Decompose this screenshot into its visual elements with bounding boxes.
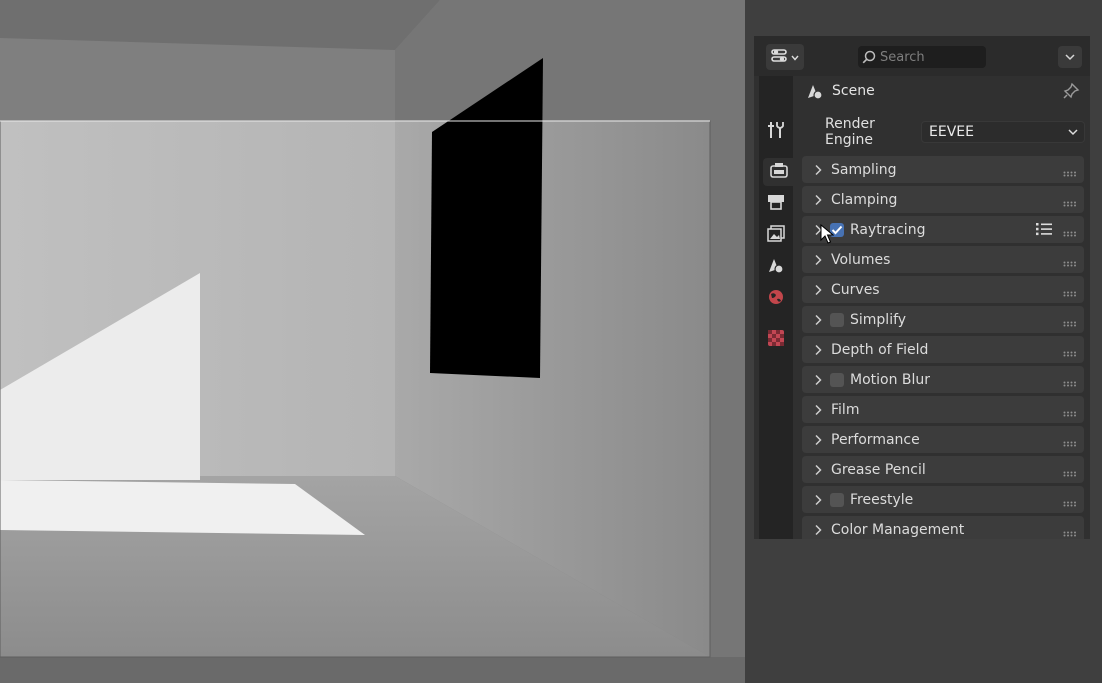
panel-label: Motion Blur xyxy=(850,371,931,388)
drag-grip-icon[interactable] xyxy=(1063,465,1077,481)
globe-icon xyxy=(766,288,786,310)
printer-icon xyxy=(766,193,786,215)
chevron-right-icon[interactable] xyxy=(808,404,828,416)
panel-film[interactable]: Film xyxy=(802,396,1084,423)
panel-grease-pencil[interactable]: Grease Pencil xyxy=(802,456,1084,483)
pin-icon[interactable] xyxy=(1062,82,1080,104)
panel-freestyle[interactable]: Freestyle xyxy=(802,486,1084,513)
chevron-right-icon[interactable] xyxy=(808,464,828,476)
chevron-right-icon[interactable] xyxy=(808,524,828,536)
panel-volumes[interactable]: Volumes xyxy=(802,246,1084,273)
panel-simplify[interactable]: Simplify xyxy=(802,306,1084,333)
presets-list-icon[interactable] xyxy=(1036,222,1052,240)
panel-sampling[interactable]: Sampling xyxy=(802,156,1084,183)
panel-label: Freestyle xyxy=(850,491,914,508)
chevron-right-icon[interactable] xyxy=(808,344,828,356)
tab-world[interactable] xyxy=(761,285,791,313)
panel-motion-blur[interactable]: Motion Blur xyxy=(802,366,1084,393)
properties-tab-bar xyxy=(759,76,795,539)
camera-back-icon xyxy=(769,161,789,183)
panel-label: Raytracing xyxy=(850,221,926,238)
drag-grip-icon[interactable] xyxy=(1063,405,1077,421)
scene-cone-sphere-icon xyxy=(766,256,786,278)
editor-type-button[interactable] xyxy=(766,44,804,70)
panel-enable-checkbox[interactable] xyxy=(830,372,844,387)
drag-grip-icon[interactable] xyxy=(1063,315,1077,331)
panel-enable-checkbox[interactable] xyxy=(830,222,844,237)
checkerboard-icon xyxy=(767,329,785,351)
panel-label: Performance xyxy=(831,431,920,448)
drag-grip-icon[interactable] xyxy=(1063,285,1077,301)
render-engine-row: Render Engine EEVEE xyxy=(798,116,1090,148)
viewport-render xyxy=(0,0,745,683)
chevron-right-icon[interactable] xyxy=(808,284,828,296)
drag-grip-icon[interactable] xyxy=(1063,345,1077,361)
render-engine-label: Render Engine xyxy=(825,116,875,148)
tab-render[interactable] xyxy=(763,158,795,186)
drag-grip-icon[interactable] xyxy=(1063,225,1077,241)
search-input[interactable]: Search xyxy=(858,46,986,68)
properties-editor: Search Scene Render Engine EEVEE Samplin… xyxy=(754,36,1090,539)
panel-label: Simplify xyxy=(850,311,907,328)
3d-viewport[interactable] xyxy=(0,0,745,683)
panel-label: Grease Pencil xyxy=(831,461,926,478)
drag-grip-icon[interactable] xyxy=(1063,255,1077,271)
scene-icon xyxy=(804,82,826,100)
image-stack-icon xyxy=(766,225,786,247)
panel-label: Sampling xyxy=(831,161,897,178)
chevron-right-icon[interactable] xyxy=(808,314,828,326)
tab-view-layer[interactable] xyxy=(761,222,791,250)
panel-enable-checkbox[interactable] xyxy=(830,312,844,327)
chevron-right-icon[interactable] xyxy=(808,224,828,236)
drag-grip-icon[interactable] xyxy=(1063,435,1077,451)
context-path: Scene xyxy=(798,76,1090,106)
properties-header: Search xyxy=(754,36,1090,76)
chevron-right-icon[interactable] xyxy=(808,194,828,206)
panel-clamping[interactable]: Clamping xyxy=(802,186,1084,213)
panel-color-management[interactable]: Color Management xyxy=(802,516,1084,539)
panel-curves[interactable]: Curves xyxy=(802,276,1084,303)
panel-label: Volumes xyxy=(831,251,891,268)
panel-label: Depth of Field xyxy=(831,341,929,358)
panel-raytracing[interactable]: Raytracing xyxy=(802,216,1084,244)
header-options-dropdown[interactable] xyxy=(1058,46,1082,68)
camera-frame-region xyxy=(0,58,711,658)
chevron-right-icon[interactable] xyxy=(808,434,828,446)
drag-grip-icon[interactable] xyxy=(1063,375,1077,391)
tab-output[interactable] xyxy=(761,190,791,218)
chevron-right-icon[interactable] xyxy=(808,374,828,386)
wrench-screwdriver-icon xyxy=(766,120,786,144)
tab-texture[interactable] xyxy=(761,326,791,354)
chevron-right-icon[interactable] xyxy=(808,494,828,506)
checkmark-icon xyxy=(831,225,843,234)
context-title: Scene xyxy=(832,83,875,99)
drag-grip-icon[interactable] xyxy=(1063,525,1077,539)
panel-label: Color Management xyxy=(831,521,965,538)
properties-editor-icon xyxy=(771,48,789,67)
panel-label: Film xyxy=(831,401,860,418)
search-placeholder: Search xyxy=(880,49,925,65)
chevron-down-icon xyxy=(1068,124,1078,140)
render-engine-select[interactable]: EEVEE xyxy=(921,121,1085,143)
chevron-down-icon xyxy=(791,50,799,64)
render-properties: Scene Render Engine EEVEE Sampling Clampi… xyxy=(798,76,1090,539)
panel-depth-of-field[interactable]: Depth of Field xyxy=(802,336,1084,363)
chevron-down-icon xyxy=(1065,51,1075,64)
panel-label: Clamping xyxy=(831,191,898,208)
panel-enable-checkbox[interactable] xyxy=(830,492,844,507)
drag-grip-icon[interactable] xyxy=(1063,165,1077,181)
panel-performance[interactable]: Performance xyxy=(802,426,1084,453)
drag-grip-icon[interactable] xyxy=(1063,195,1077,211)
tab-tool[interactable] xyxy=(761,118,791,146)
render-engine-value: EEVEE xyxy=(929,124,974,140)
search-icon xyxy=(858,50,880,64)
tab-scene[interactable] xyxy=(761,253,791,281)
chevron-right-icon[interactable] xyxy=(808,164,828,176)
drag-grip-icon[interactable] xyxy=(1063,495,1077,511)
panel-label: Curves xyxy=(831,281,880,298)
chevron-right-icon[interactable] xyxy=(808,254,828,266)
